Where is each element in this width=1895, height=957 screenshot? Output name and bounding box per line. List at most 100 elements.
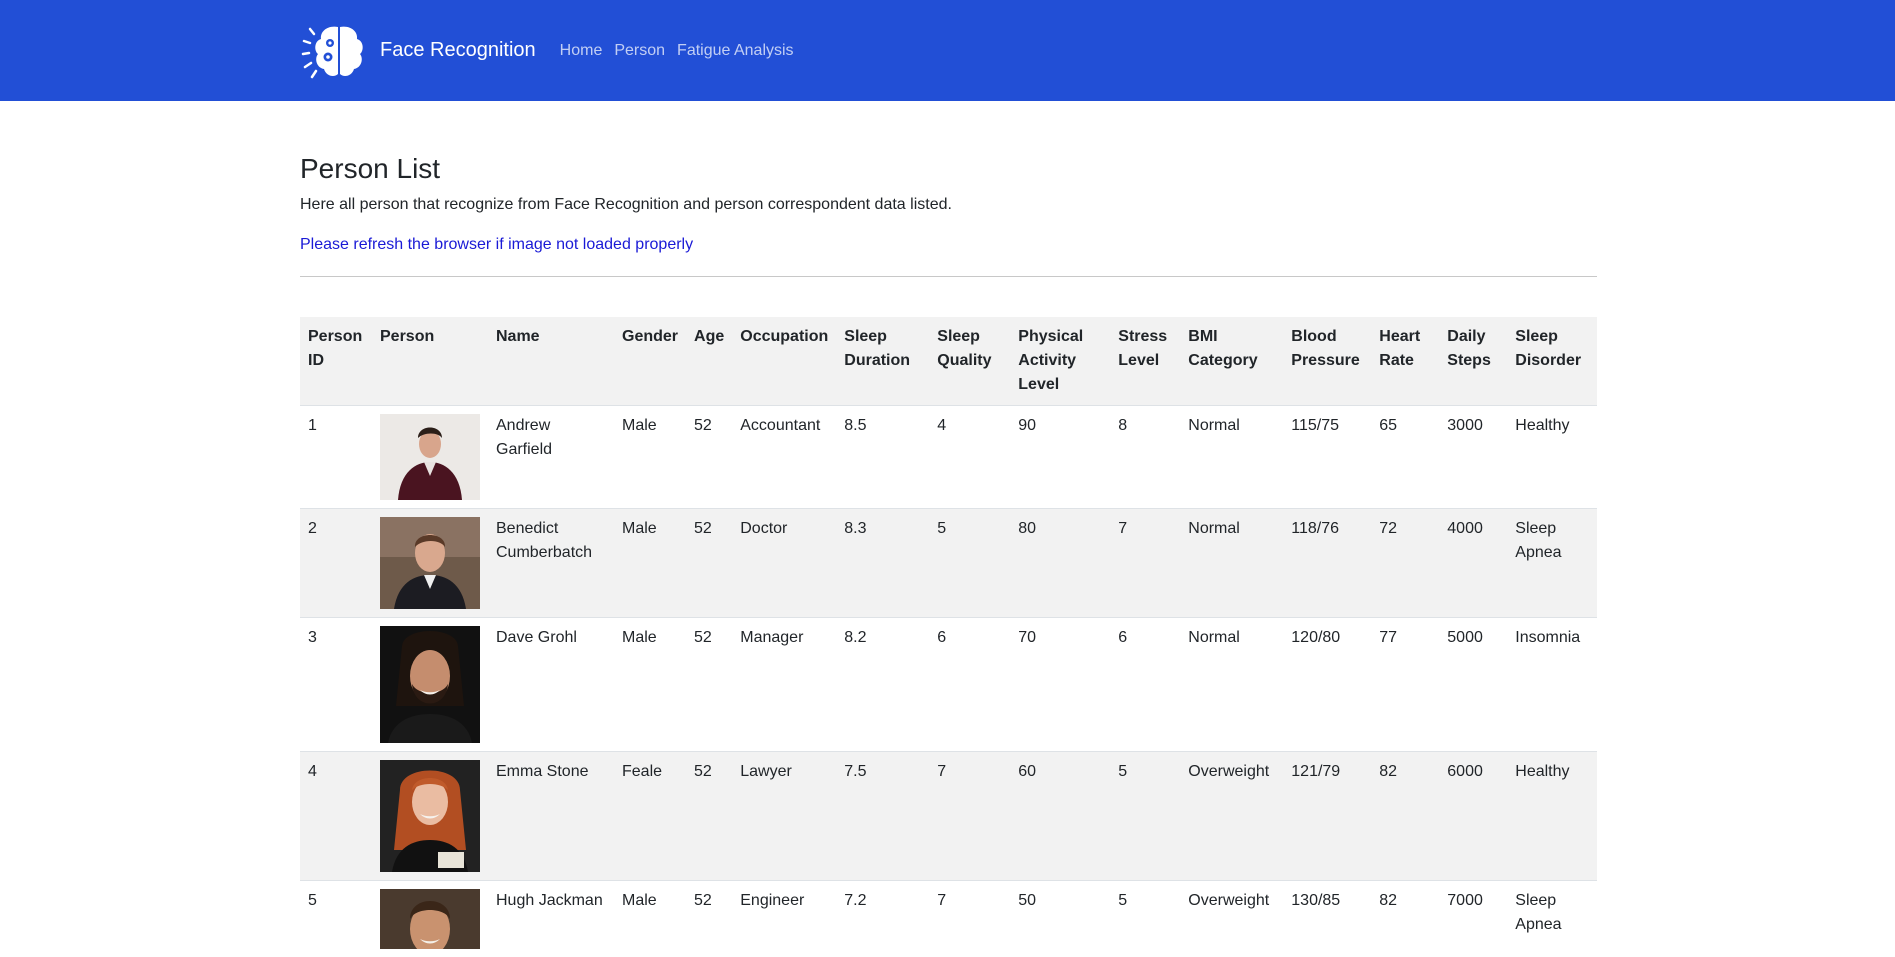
- person-photo: [380, 889, 480, 949]
- cell-occupation: Manager: [732, 618, 836, 752]
- cell-daily-steps: 6000: [1439, 752, 1507, 881]
- cell-blood-pressure: 115/75: [1283, 406, 1371, 509]
- cell-daily-steps: 4000: [1439, 509, 1507, 618]
- cell-person-id: 3: [300, 618, 372, 752]
- cell-sleep-quality: 4: [929, 406, 1010, 509]
- cell-sleep-duration: 7.2: [836, 881, 929, 957]
- nav-link-person[interactable]: Person: [614, 42, 665, 60]
- cell-physical-activity: 80: [1010, 509, 1110, 618]
- header-stress-level: Stress Level: [1110, 317, 1180, 406]
- person-photo: [380, 626, 480, 743]
- cell-occupation: Accountant: [732, 406, 836, 509]
- cell-name: Benedict Cumberbatch: [488, 509, 614, 618]
- cell-photo: [372, 752, 488, 881]
- page-description: Here all person that recognize from Face…: [300, 193, 1597, 217]
- person-photo: [380, 517, 480, 609]
- brain-logo-icon: [300, 21, 366, 81]
- header-occupation: Occupation: [732, 317, 836, 406]
- header-sleep-disorder: Sleep Disorder: [1507, 317, 1597, 406]
- table-row: 4 Emma Stone: [300, 752, 1597, 881]
- cell-photo: [372, 406, 488, 509]
- cell-sleep-duration: 8.3: [836, 509, 929, 618]
- main-content: Person List Here all person that recogni…: [300, 101, 1597, 957]
- header-daily-steps: Daily Steps: [1439, 317, 1507, 406]
- cell-person-id: 5: [300, 881, 372, 957]
- cell-blood-pressure: 121/79: [1283, 752, 1371, 881]
- cell-gender: Male: [614, 509, 686, 618]
- cell-physical-activity: 90: [1010, 406, 1110, 509]
- cell-sleep-quality: 5: [929, 509, 1010, 618]
- cell-sleep-quality: 7: [929, 752, 1010, 881]
- cell-photo: [372, 881, 488, 957]
- cell-heart-rate: 82: [1371, 752, 1439, 881]
- cell-bmi-category: Overweight: [1180, 881, 1283, 957]
- cell-daily-steps: 5000: [1439, 618, 1507, 752]
- cell-daily-steps: 3000: [1439, 406, 1507, 509]
- person-photo: [380, 414, 480, 500]
- header-heart-rate: Heart Rate: [1371, 317, 1439, 406]
- cell-physical-activity: 50: [1010, 881, 1110, 957]
- cell-sleep-duration: 7.5: [836, 752, 929, 881]
- cell-physical-activity: 60: [1010, 752, 1110, 881]
- cell-gender: Feale: [614, 752, 686, 881]
- cell-sleep-quality: 7: [929, 881, 1010, 957]
- cell-occupation: Engineer: [732, 881, 836, 957]
- cell-blood-pressure: 120/80: [1283, 618, 1371, 752]
- cell-gender: Male: [614, 618, 686, 752]
- cell-name: Emma Stone: [488, 752, 614, 881]
- cell-name: Hugh Jackman: [488, 881, 614, 957]
- cell-sleep-disorder: Healthy: [1507, 752, 1597, 881]
- cell-gender: Male: [614, 406, 686, 509]
- table-row: 1 Andrew Garfield Male 52 A: [300, 406, 1597, 509]
- top-navbar: Face Recognition Home Person Fatigue Ana…: [0, 0, 1895, 101]
- cell-blood-pressure: 130/85: [1283, 881, 1371, 957]
- cell-person-id: 2: [300, 509, 372, 618]
- navbar-inner: Face Recognition Home Person Fatigue Ana…: [300, 21, 806, 81]
- header-sleep-quality: Sleep Quality: [929, 317, 1010, 406]
- cell-bmi-category: Normal: [1180, 509, 1283, 618]
- header-person: Person: [372, 317, 488, 406]
- brand-name: Face Recognition: [380, 39, 536, 62]
- cell-bmi-category: Normal: [1180, 618, 1283, 752]
- cell-occupation: Lawyer: [732, 752, 836, 881]
- cell-sleep-duration: 8.2: [836, 618, 929, 752]
- cell-stress-level: 8: [1110, 406, 1180, 509]
- header-bmi-category: BMI Category: [1180, 317, 1283, 406]
- cell-stress-level: 5: [1110, 752, 1180, 881]
- cell-sleep-quality: 6: [929, 618, 1010, 752]
- cell-sleep-disorder: Insomnia: [1507, 618, 1597, 752]
- table-row: 3 Dave Grohl Male 52: [300, 618, 1597, 752]
- table-row: 2 Benedict Cumberbatch Male: [300, 509, 1597, 618]
- page-title: Person List: [300, 101, 1597, 187]
- header-sleep-duration: Sleep Duration: [836, 317, 929, 406]
- nav-link-home[interactable]: Home: [560, 42, 603, 60]
- cell-heart-rate: 65: [1371, 406, 1439, 509]
- cell-photo: [372, 618, 488, 752]
- table-header-row: Person ID Person Name Gender Age Occupat…: [300, 317, 1597, 406]
- cell-sleep-duration: 8.5: [836, 406, 929, 509]
- cell-stress-level: 5: [1110, 881, 1180, 957]
- cell-person-id: 1: [300, 406, 372, 509]
- header-name: Name: [488, 317, 614, 406]
- cell-occupation: Doctor: [732, 509, 836, 618]
- cell-heart-rate: 72: [1371, 509, 1439, 618]
- cell-age: 52: [686, 406, 732, 509]
- cell-photo: [372, 509, 488, 618]
- cell-stress-level: 6: [1110, 618, 1180, 752]
- cell-daily-steps: 7000: [1439, 881, 1507, 957]
- cell-gender: Male: [614, 881, 686, 957]
- cell-age: 52: [686, 752, 732, 881]
- cell-sleep-disorder: Sleep Apnea: [1507, 509, 1597, 618]
- header-physical-activity: Physical Activity Level: [1010, 317, 1110, 406]
- table-row: 5 Hugh Jackman Male 52 Engineer 7.: [300, 881, 1597, 957]
- brand-link[interactable]: Face Recognition: [300, 21, 560, 81]
- cell-name: Dave Grohl: [488, 618, 614, 752]
- nav-link-fatigue-analysis[interactable]: Fatigue Analysis: [677, 42, 794, 60]
- cell-physical-activity: 70: [1010, 618, 1110, 752]
- cell-bmi-category: Overweight: [1180, 752, 1283, 881]
- refresh-note: Please refresh the browser if image not …: [300, 233, 1597, 257]
- cell-blood-pressure: 118/76: [1283, 509, 1371, 618]
- cell-heart-rate: 82: [1371, 881, 1439, 957]
- cell-age: 52: [686, 509, 732, 618]
- cell-sleep-disorder: Sleep Apnea: [1507, 881, 1597, 957]
